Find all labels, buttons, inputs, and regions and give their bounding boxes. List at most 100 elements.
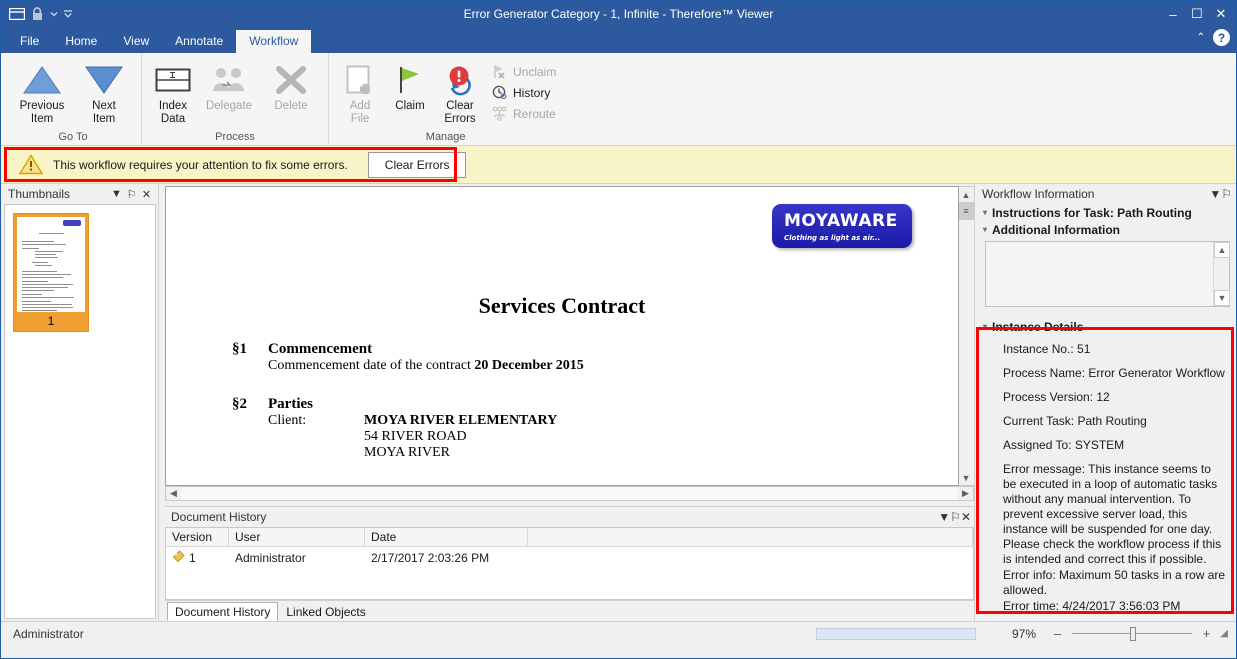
ribbon-group-goto: Previous Item Next Item Go To <box>5 53 142 145</box>
additional-information-section-header[interactable]: ▾ Additional Information <box>975 221 1236 238</box>
client-name: MOYA RIVER ELEMENTARY <box>364 413 557 428</box>
delete-x-icon <box>273 60 309 100</box>
tab-annotate[interactable]: Annotate <box>162 30 236 53</box>
clear-errors-ribbon-button[interactable]: Clear Errors <box>435 57 485 126</box>
tab-linked-objects[interactable]: Linked Objects <box>278 602 373 621</box>
horizontal-scroll-track[interactable] <box>181 487 958 500</box>
manage-small-buttons: Unclaim History Reroute <box>485 57 556 124</box>
scroll-down-icon[interactable]: ▼ <box>959 470 974 485</box>
table-row[interactable]: 1 Administrator 2/17/2017 2:03:26 PM <box>166 547 973 568</box>
document-history-header: Document History ▼ ⚐ ✕ <box>165 507 974 527</box>
thumbnail-page-number: 1 <box>17 312 85 331</box>
ribbon-group-manage-label: Manage <box>335 129 556 145</box>
tab-document-history[interactable]: Document History <box>167 602 278 621</box>
document-canvas[interactable]: MOYAWARE Clothing as light as air... Ser… <box>165 186 959 486</box>
clear-errors-label-2: Errors <box>444 113 475 126</box>
help-icon[interactable]: ? <box>1213 29 1230 46</box>
document-logo: MOYAWARE Clothing as light as air... <box>772 204 912 248</box>
thumbnail-item[interactable]: 1 <box>13 213 89 332</box>
thumbnails-close-icon[interactable]: ✕ <box>139 187 154 202</box>
delegate-users-icon <box>210 60 248 100</box>
workflow-error-bar: This workflow requires your attention to… <box>1 146 1236 184</box>
additional-information-box[interactable]: ▲ ▼ <box>985 241 1230 307</box>
clear-errors-button[interactable]: Clear Errors <box>368 152 467 178</box>
ribbon-group-goto-label: Go To <box>11 129 135 145</box>
collapse-triangle-icon-3: ▾ <box>983 322 987 331</box>
document-viewer: MOYAWARE Clothing as light as air... Ser… <box>159 184 974 621</box>
index-data-button[interactable]: Index Data <box>148 57 198 126</box>
section-1-paragraph-date: 20 December 2015 <box>474 358 583 373</box>
history-dropdown-icon[interactable]: ▼ <box>938 510 950 524</box>
thumbnails-dropdown-icon[interactable]: ▼ <box>109 187 124 202</box>
history-column-extra[interactable] <box>528 528 973 547</box>
workflow-panel-title: Workflow Information <box>982 187 1209 201</box>
window-controls: – ☐ ✕ <box>1162 1 1232 27</box>
history-header-row: Version User Date <box>166 528 973 547</box>
workflow-pin-icon[interactable]: ⚐ <box>1221 187 1232 201</box>
thumbnails-list[interactable]: 1 <box>4 204 156 619</box>
workflow-dropdown-icon[interactable]: ▼ <box>1209 187 1221 201</box>
ribbon-tab-right-controls: ⌃ ? <box>1197 29 1230 46</box>
additional-info-scrollbar[interactable]: ▲ ▼ <box>1213 242 1229 306</box>
reroute-icon <box>491 105 508 122</box>
thumbnail-page-preview <box>17 217 85 312</box>
document-logo-tagline: Clothing as light as air... <box>784 234 912 242</box>
close-button[interactable]: ✕ <box>1210 3 1232 25</box>
section-1-number: §1 <box>206 341 268 374</box>
vertical-scroll-track[interactable]: ≡ <box>959 202 974 470</box>
history-column-user[interactable]: User <box>229 528 365 547</box>
instructions-section-header[interactable]: ▾ Instructions for Task: Path Routing <box>975 204 1236 221</box>
additional-scroll-down-icon[interactable]: ▼ <box>1214 290 1230 306</box>
document-section-2: §2 Parties Client: MOYA RIVER ELEMENTARY… <box>206 396 918 461</box>
history-column-version[interactable]: Version <box>166 528 229 547</box>
document-section-1: §1 Commencement Commencement date of the… <box>206 341 918 374</box>
ribbon: Previous Item Next Item Go To <box>1 53 1236 146</box>
scroll-left-icon[interactable]: ◀ <box>166 487 181 500</box>
collapse-triangle-icon: ▾ <box>983 208 987 217</box>
minimize-button[interactable]: – <box>1162 3 1184 25</box>
unclaim-label: Unclaim <box>513 65 556 79</box>
collapse-ribbon-icon[interactable]: ⌃ <box>1197 32 1205 43</box>
section-1-heading: Commencement <box>268 341 918 358</box>
error-info: Error info: Maximum 50 tasks in a row ar… <box>975 568 1236 598</box>
title-bar: Error Generator Category - 1, Infinite -… <box>1 1 1236 27</box>
instance-details-section-header[interactable]: ▾ Instance Details <box>975 318 1236 335</box>
triangle-up-icon <box>23 60 61 100</box>
tab-home[interactable]: Home <box>52 30 110 53</box>
thumbnails-pin-icon[interactable]: ⚐ <box>124 187 139 202</box>
resize-grip-icon[interactable]: ◢ <box>1214 628 1228 639</box>
vertical-scroll-thumb[interactable]: ≡ <box>959 202 974 220</box>
zoom-in-button[interactable]: + <box>1199 626 1214 641</box>
workflow-panel-header: Workflow Information ▼ ⚐ <box>975 184 1236 204</box>
history-close-icon[interactable]: ✕ <box>961 510 971 524</box>
scroll-up-icon[interactable]: ▲ <box>959 187 974 202</box>
history-pin-icon[interactable]: ⚐ <box>950 510 961 524</box>
history-column-date[interactable]: Date <box>365 528 528 547</box>
unclaim-flag-icon <box>491 63 508 80</box>
document-vertical-scrollbar[interactable]: ▲ ≡ ▼ <box>959 186 974 486</box>
warning-triangle-icon <box>19 154 43 175</box>
tab-view[interactable]: View <box>110 30 162 53</box>
maximize-button[interactable]: ☐ <box>1186 3 1208 25</box>
workflow-information-panel: Workflow Information ▼ ⚐ ▾ Instructions … <box>974 184 1236 621</box>
next-item-button[interactable]: Next Item <box>73 57 135 126</box>
instance-details-list: Instance No.: 51 Process Name: Error Gen… <box>975 342 1236 615</box>
document-history-title: Document History <box>171 510 938 524</box>
document-title: Services Contract <box>206 293 918 319</box>
scroll-right-icon[interactable]: ▶ <box>958 487 973 500</box>
claim-button[interactable]: Claim <box>385 57 435 113</box>
assigned-to: Assigned To: SYSTEM <box>975 438 1236 453</box>
error-message: Error message: This instance seems to be… <box>975 462 1236 567</box>
zoom-slider-knob[interactable] <box>1130 627 1136 641</box>
tab-workflow[interactable]: Workflow <box>236 30 311 53</box>
zoom-out-button[interactable]: – <box>1050 626 1065 641</box>
document-logo-name: MOYAWARE <box>784 211 912 231</box>
thumbnails-header: Thumbnails ▼ ⚐ ✕ <box>1 184 158 204</box>
additional-scroll-up-icon[interactable]: ▲ <box>1214 242 1230 258</box>
tab-file[interactable]: File <box>7 30 52 53</box>
document-horizontal-scrollbar[interactable]: ◀ ▶ <box>165 486 974 501</box>
history-button[interactable]: History <box>491 82 556 103</box>
zoom-slider[interactable] <box>1072 627 1192 641</box>
process-name: Process Name: Error Generator Workflow <box>975 366 1236 381</box>
previous-item-button[interactable]: Previous Item <box>11 57 73 126</box>
